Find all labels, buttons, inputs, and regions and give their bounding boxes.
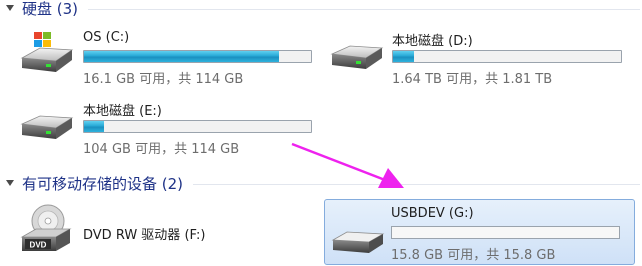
drive-e[interactable]: 本地磁盘 (E:) 104 GB 可用，共 114 GB xyxy=(16,98,316,158)
drive-dvd-f[interactable]: DVD DVD RW 驱动器 (F:) xyxy=(16,203,316,263)
usb-drive-icon xyxy=(331,231,385,253)
dvd-badge: DVD xyxy=(30,241,47,250)
group-title: 有可移动存储的设备 (2) xyxy=(22,174,184,193)
collapse-arrow-icon[interactable] xyxy=(6,5,14,11)
free-space-text: 1.64 TB 可用，共 1.81 TB xyxy=(392,72,553,87)
group-title: 硬盘 (3) xyxy=(22,0,79,18)
group-divider xyxy=(193,183,640,185)
capacity-bar-fill xyxy=(393,51,414,62)
drive-name: DVD RW 驱动器 (F:) xyxy=(83,228,206,243)
free-space-text: 15.8 GB 可用，共 15.8 GB xyxy=(391,248,556,263)
windows-logo-icon xyxy=(34,32,51,47)
dvd-drive-icon: DVD xyxy=(20,204,72,251)
capacity-bar-fill xyxy=(84,121,105,132)
capacity-bar xyxy=(83,120,312,133)
hard-drive-icon xyxy=(20,115,74,139)
free-space-text: 16.1 GB 可用，共 114 GB xyxy=(83,72,244,87)
capacity-bar xyxy=(391,226,620,239)
capacity-bar xyxy=(83,50,312,63)
drive-name: USBDEV (G:) xyxy=(391,206,474,221)
group-divider xyxy=(88,8,640,10)
hard-drive-icon xyxy=(20,32,74,72)
drive-usb-g-selected[interactable]: USBDEV (G:) 15.8 GB 可用，共 15.8 GB xyxy=(324,199,635,265)
drive-name: 本地磁盘 (E:) xyxy=(83,104,162,119)
drive-name: OS (C:) xyxy=(83,30,130,45)
drive-name: 本地磁盘 (D:) xyxy=(392,34,473,49)
drive-c[interactable]: OS (C:) 16.1 GB 可用，共 114 GB xyxy=(16,28,316,88)
hard-drive-icon xyxy=(330,45,384,69)
group-header-hard-disks[interactable]: 硬盘 (3) xyxy=(0,0,640,19)
free-space-text: 104 GB 可用，共 114 GB xyxy=(83,142,240,157)
capacity-bar xyxy=(392,50,622,63)
collapse-arrow-icon[interactable] xyxy=(6,180,14,186)
drive-d[interactable]: 本地磁盘 (D:) 1.64 TB 可用，共 1.81 TB xyxy=(326,28,626,88)
capacity-bar-fill xyxy=(84,51,280,62)
group-header-removable[interactable]: 有可移动存储的设备 (2) xyxy=(0,172,640,194)
